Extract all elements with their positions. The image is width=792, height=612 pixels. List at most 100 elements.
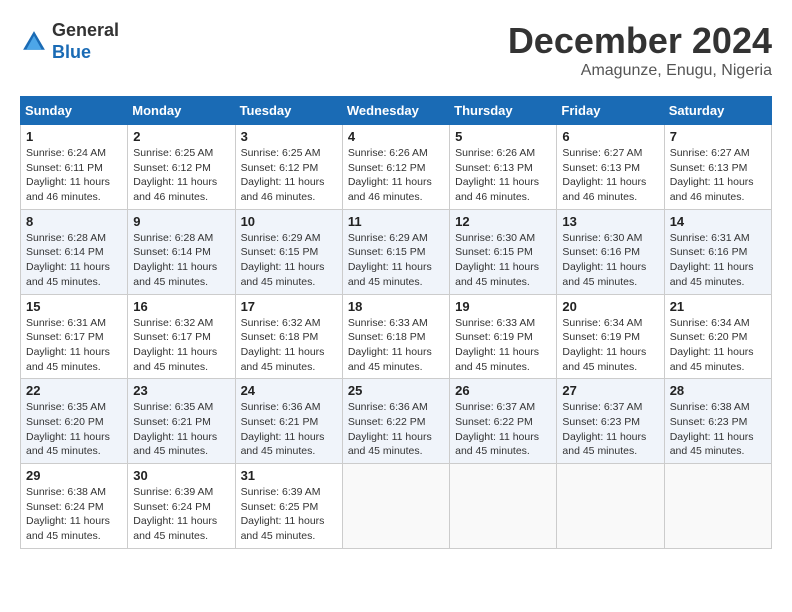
day-info: Sunrise: 6:36 AM Sunset: 6:21 PM Dayligh…: [241, 400, 337, 459]
day-info: Sunrise: 6:27 AM Sunset: 6:13 PM Dayligh…: [670, 146, 766, 205]
calendar-day-cell: 25 Sunrise: 6:36 AM Sunset: 6:22 PM Dayl…: [342, 379, 449, 464]
calendar-day-cell: 14 Sunrise: 6:31 AM Sunset: 6:16 PM Dayl…: [664, 209, 771, 294]
logo: General Blue: [20, 20, 119, 63]
day-of-week-header: Friday: [557, 97, 664, 125]
calendar-day-cell: 5 Sunrise: 6:26 AM Sunset: 6:13 PM Dayli…: [450, 125, 557, 210]
day-number: 31: [241, 468, 337, 483]
day-number: 5: [455, 129, 551, 144]
day-info: Sunrise: 6:38 AM Sunset: 6:23 PM Dayligh…: [670, 400, 766, 459]
day-number: 16: [133, 299, 229, 314]
calendar-day-cell: 26 Sunrise: 6:37 AM Sunset: 6:22 PM Dayl…: [450, 379, 557, 464]
day-info: Sunrise: 6:37 AM Sunset: 6:22 PM Dayligh…: [455, 400, 551, 459]
calendar-day-cell: 16 Sunrise: 6:32 AM Sunset: 6:17 PM Dayl…: [128, 294, 235, 379]
calendar-day-cell: 4 Sunrise: 6:26 AM Sunset: 6:12 PM Dayli…: [342, 125, 449, 210]
calendar-week-row: 8 Sunrise: 6:28 AM Sunset: 6:14 PM Dayli…: [21, 209, 772, 294]
day-number: 22: [26, 383, 122, 398]
day-info: Sunrise: 6:28 AM Sunset: 6:14 PM Dayligh…: [26, 231, 122, 290]
day-number: 23: [133, 383, 229, 398]
day-number: 9: [133, 214, 229, 229]
page-header: General Blue December 2024 Amagunze, Enu…: [20, 20, 772, 80]
calendar-day-cell: 29 Sunrise: 6:38 AM Sunset: 6:24 PM Dayl…: [21, 464, 128, 549]
day-info: Sunrise: 6:38 AM Sunset: 6:24 PM Dayligh…: [26, 485, 122, 544]
day-info: Sunrise: 6:31 AM Sunset: 6:16 PM Dayligh…: [670, 231, 766, 290]
calendar-day-cell: 2 Sunrise: 6:25 AM Sunset: 6:12 PM Dayli…: [128, 125, 235, 210]
day-number: 26: [455, 383, 551, 398]
title-block: December 2024 Amagunze, Enugu, Nigeria: [508, 20, 772, 80]
day-number: 4: [348, 129, 444, 144]
month-title: December 2024: [508, 20, 772, 62]
day-number: 21: [670, 299, 766, 314]
calendar-day-cell: 7 Sunrise: 6:27 AM Sunset: 6:13 PM Dayli…: [664, 125, 771, 210]
calendar-day-cell: 22 Sunrise: 6:35 AM Sunset: 6:20 PM Dayl…: [21, 379, 128, 464]
day-info: Sunrise: 6:32 AM Sunset: 6:18 PM Dayligh…: [241, 316, 337, 375]
calendar-table: SundayMondayTuesdayWednesdayThursdayFrid…: [20, 96, 772, 549]
day-info: Sunrise: 6:26 AM Sunset: 6:12 PM Dayligh…: [348, 146, 444, 205]
day-number: 13: [562, 214, 658, 229]
location: Amagunze, Enugu, Nigeria: [508, 62, 772, 80]
day-of-week-header: Monday: [128, 97, 235, 125]
day-number: 6: [562, 129, 658, 144]
calendar-week-row: 15 Sunrise: 6:31 AM Sunset: 6:17 PM Dayl…: [21, 294, 772, 379]
day-number: 14: [670, 214, 766, 229]
day-number: 11: [348, 214, 444, 229]
calendar-day-cell: 30 Sunrise: 6:39 AM Sunset: 6:24 PM Dayl…: [128, 464, 235, 549]
day-number: 10: [241, 214, 337, 229]
day-info: Sunrise: 6:30 AM Sunset: 6:16 PM Dayligh…: [562, 231, 658, 290]
day-info: Sunrise: 6:35 AM Sunset: 6:21 PM Dayligh…: [133, 400, 229, 459]
calendar-day-cell: 24 Sunrise: 6:36 AM Sunset: 6:21 PM Dayl…: [235, 379, 342, 464]
day-info: Sunrise: 6:29 AM Sunset: 6:15 PM Dayligh…: [348, 231, 444, 290]
calendar-day-cell: 12 Sunrise: 6:30 AM Sunset: 6:15 PM Dayl…: [450, 209, 557, 294]
day-number: 27: [562, 383, 658, 398]
day-number: 24: [241, 383, 337, 398]
logo-icon: [20, 28, 48, 56]
calendar-week-row: 22 Sunrise: 6:35 AM Sunset: 6:20 PM Dayl…: [21, 379, 772, 464]
day-info: Sunrise: 6:25 AM Sunset: 6:12 PM Dayligh…: [241, 146, 337, 205]
calendar-day-cell: 27 Sunrise: 6:37 AM Sunset: 6:23 PM Dayl…: [557, 379, 664, 464]
day-number: 29: [26, 468, 122, 483]
day-of-week-header: Thursday: [450, 97, 557, 125]
day-number: 12: [455, 214, 551, 229]
day-info: Sunrise: 6:28 AM Sunset: 6:14 PM Dayligh…: [133, 231, 229, 290]
day-number: 20: [562, 299, 658, 314]
day-number: 7: [670, 129, 766, 144]
calendar-week-row: 1 Sunrise: 6:24 AM Sunset: 6:11 PM Dayli…: [21, 125, 772, 210]
calendar-day-cell: 10 Sunrise: 6:29 AM Sunset: 6:15 PM Dayl…: [235, 209, 342, 294]
day-info: Sunrise: 6:39 AM Sunset: 6:24 PM Dayligh…: [133, 485, 229, 544]
day-number: 1: [26, 129, 122, 144]
calendar-day-cell: 21 Sunrise: 6:34 AM Sunset: 6:20 PM Dayl…: [664, 294, 771, 379]
calendar-day-cell: 3 Sunrise: 6:25 AM Sunset: 6:12 PM Dayli…: [235, 125, 342, 210]
calendar-day-cell: 13 Sunrise: 6:30 AM Sunset: 6:16 PM Dayl…: [557, 209, 664, 294]
day-number: 19: [455, 299, 551, 314]
day-number: 15: [26, 299, 122, 314]
day-of-week-header: Wednesday: [342, 97, 449, 125]
day-info: Sunrise: 6:34 AM Sunset: 6:20 PM Dayligh…: [670, 316, 766, 375]
calendar-day-cell: 17 Sunrise: 6:32 AM Sunset: 6:18 PM Dayl…: [235, 294, 342, 379]
calendar-day-cell: [664, 464, 771, 549]
day-number: 8: [26, 214, 122, 229]
calendar-day-cell: 18 Sunrise: 6:33 AM Sunset: 6:18 PM Dayl…: [342, 294, 449, 379]
calendar-day-cell: 15 Sunrise: 6:31 AM Sunset: 6:17 PM Dayl…: [21, 294, 128, 379]
day-of-week-header: Sunday: [21, 97, 128, 125]
day-number: 3: [241, 129, 337, 144]
day-info: Sunrise: 6:30 AM Sunset: 6:15 PM Dayligh…: [455, 231, 551, 290]
calendar-day-cell: 11 Sunrise: 6:29 AM Sunset: 6:15 PM Dayl…: [342, 209, 449, 294]
calendar-day-cell: [450, 464, 557, 549]
day-info: Sunrise: 6:39 AM Sunset: 6:25 PM Dayligh…: [241, 485, 337, 544]
day-info: Sunrise: 6:37 AM Sunset: 6:23 PM Dayligh…: [562, 400, 658, 459]
calendar-day-cell: 1 Sunrise: 6:24 AM Sunset: 6:11 PM Dayli…: [21, 125, 128, 210]
calendar-day-cell: 20 Sunrise: 6:34 AM Sunset: 6:19 PM Dayl…: [557, 294, 664, 379]
calendar-day-cell: 6 Sunrise: 6:27 AM Sunset: 6:13 PM Dayli…: [557, 125, 664, 210]
day-info: Sunrise: 6:33 AM Sunset: 6:18 PM Dayligh…: [348, 316, 444, 375]
logo-blue-text: Blue: [52, 42, 91, 62]
calendar-day-cell: 19 Sunrise: 6:33 AM Sunset: 6:19 PM Dayl…: [450, 294, 557, 379]
calendar-day-cell: 8 Sunrise: 6:28 AM Sunset: 6:14 PM Dayli…: [21, 209, 128, 294]
calendar-day-cell: 9 Sunrise: 6:28 AM Sunset: 6:14 PM Dayli…: [128, 209, 235, 294]
day-number: 2: [133, 129, 229, 144]
calendar-day-cell: [342, 464, 449, 549]
calendar-day-cell: 23 Sunrise: 6:35 AM Sunset: 6:21 PM Dayl…: [128, 379, 235, 464]
day-number: 30: [133, 468, 229, 483]
day-info: Sunrise: 6:27 AM Sunset: 6:13 PM Dayligh…: [562, 146, 658, 205]
logo-general-text: General: [52, 20, 119, 40]
day-number: 17: [241, 299, 337, 314]
day-info: Sunrise: 6:25 AM Sunset: 6:12 PM Dayligh…: [133, 146, 229, 205]
